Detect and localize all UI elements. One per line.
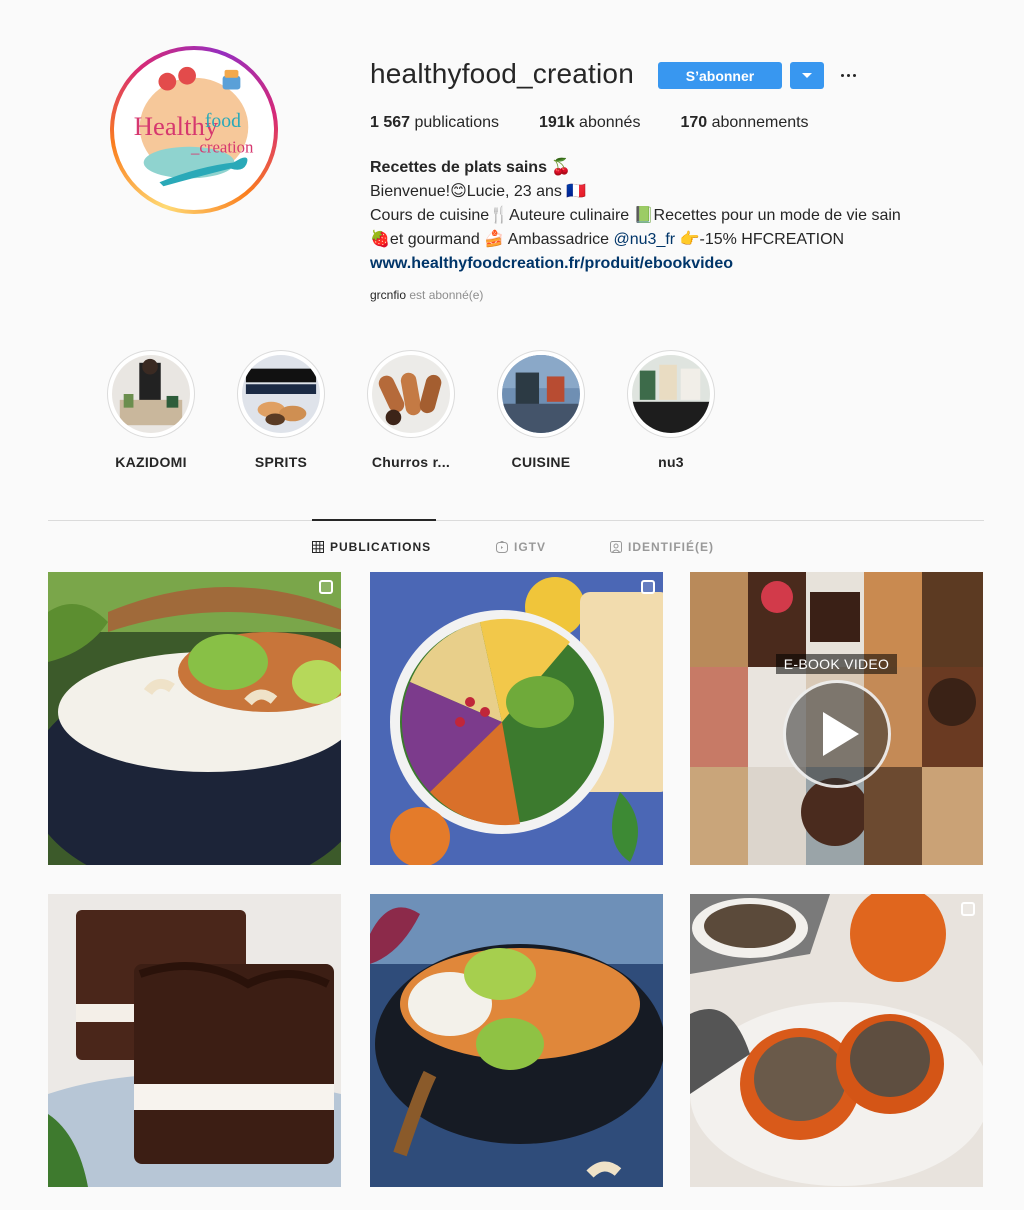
avatar-text-sub: _creation [190,138,254,157]
multi-post-icon [641,580,655,594]
highlight-sprits[interactable]: SPRITS [216,350,346,470]
post-thumbnail[interactable] [370,572,663,865]
stat-following[interactable]: 170 abonnements [680,114,808,132]
suggestions-dropdown-button[interactable] [790,62,824,89]
play-icon [783,680,891,788]
post-thumbnail-video[interactable]: E-BOOK VIDEO [690,572,983,865]
tab-igtv[interactable]: IGTV [496,540,546,554]
ebook-video-caption: E-BOOK VIDEO [690,654,983,674]
highlight-kazidomi[interactable]: KAZIDOMI [86,350,216,470]
bio-name: Recettes de plats sains 🍒 [370,159,572,176]
profile-bio: Recettes de plats sains 🍒 Bienvenue!😊Luc… [370,156,970,276]
story-highlights: KAZIDOMI SPRITS Churros r... CUISINE nu3 [86,350,736,470]
bio-line-1: Bienvenue!😊Lucie, 23 ans 🇫🇷 [370,183,587,200]
bio-website-link[interactable]: www.healthyfoodcreation.fr/produit/ebook… [370,252,970,276]
profile-stats: 1 567 publications 191k abonnés 170 abon… [370,114,849,132]
stat-publications: 1 567 publications [370,114,499,131]
profile-avatar[interactable]: Healthy food _creation [110,46,278,214]
bio-line-3: 🍓et gourmand 🍰 Ambassadrice @nu3_fr 👉-15… [370,231,845,248]
more-dots-icon [840,73,844,77]
highlight-churros[interactable]: Churros r... [346,350,476,470]
post-thumbnail[interactable] [48,572,341,865]
tagged-icon [610,541,622,553]
tab-tagged[interactable]: IDENTIFIÉ(E) [610,540,714,554]
highlight-nu3[interactable]: nu3 [606,350,736,470]
post-thumbnail[interactable] [370,894,663,1187]
multi-post-icon [961,902,975,916]
tabs-divider [48,520,984,521]
stat-followers[interactable]: 191k abonnés [539,114,640,132]
post-thumbnail[interactable] [48,894,341,1187]
tab-publications[interactable]: PUBLICATIONS [312,540,431,554]
followed-by-text[interactable]: grcnfio est abonné(e) [370,288,483,302]
bio-mention-link[interactable]: @nu3_fr [614,231,676,248]
chevron-down-icon [802,73,812,78]
profile-username: healthyfood_creation [370,58,634,89]
multi-post-icon [319,580,333,594]
post-thumbnail[interactable] [690,894,983,1187]
igtv-icon [496,541,508,553]
avatar-text-accent: food [205,110,241,132]
bio-line-2: Cours de cuisine🍴Auteure culinaire 📗Rece… [370,207,901,224]
follow-button[interactable]: S’abonner [658,62,782,89]
active-tab-indicator [312,519,436,521]
grid-icon [312,541,324,553]
highlight-cuisine[interactable]: CUISINE [476,350,606,470]
more-options-button[interactable] [836,64,860,86]
